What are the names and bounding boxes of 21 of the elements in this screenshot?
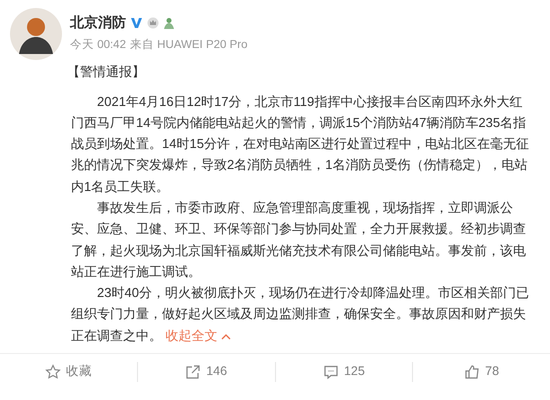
- verified-icon: [130, 16, 143, 28]
- post-time: 今天 00:42: [70, 38, 126, 53]
- collapse-link[interactable]: 收起全文: [166, 328, 232, 343]
- post-paragraph: 23时40分，明火被彻底扑灭，现场仍在进行冷却降温处理。市区相关部门已组织专门力量，做好起火区域及周边监测排查，确保安全。事故原因和财产损失正在调查之中。 收起全文: [71, 284, 530, 345]
- figure-icon: [163, 16, 175, 28]
- post-source: 来自 HUAWEI P20 Pro: [130, 38, 248, 53]
- repost-button[interactable]: 146: [138, 354, 274, 390]
- post-paragraph: 事故发生后，市委市政府、应急管理部高度重视，现场指挥，立即调派公安、应急、卫健、环卫、环保等部门参与协同处置，全力开展救援。经初步调查了解，起火现场为北京国轩福威斯光储充技术有限公司储能电站。事发前，该电站正在进行施工调试。: [71, 198, 527, 281]
- crown-icon: [147, 16, 159, 28]
- star-icon: [44, 364, 61, 380]
- like-button[interactable]: 78: [413, 354, 550, 390]
- comment-button[interactable]: 125: [276, 354, 412, 390]
- favorite-button[interactable]: 收藏: [0, 354, 137, 390]
- caret-icon: [221, 332, 232, 340]
- author-name[interactable]: 北京消防: [70, 12, 126, 33]
- share-icon: [185, 364, 202, 380]
- post-paragraph: 2021年4月16日12时17分，北京市119指挥中心接报丰台区南四环永外大红门西马厂甲14号院内储能电站起火的警情，调派15个消防站47辆消防车235名指战员到场处置。14时15分许，在对电站南区进行处置过程中，电站北区在毫无征兆的情况下突发爆炸，导致2名消防员牺牲，1名消防员受伤（伤情稳定），电站内1名员工失联。: [71, 92, 530, 196]
- post-heading: 【警情通报】: [67, 63, 146, 81]
- comment-icon: [322, 364, 339, 380]
- avatar: [10, 8, 62, 60]
- thumbs-up-icon: [464, 364, 480, 380]
